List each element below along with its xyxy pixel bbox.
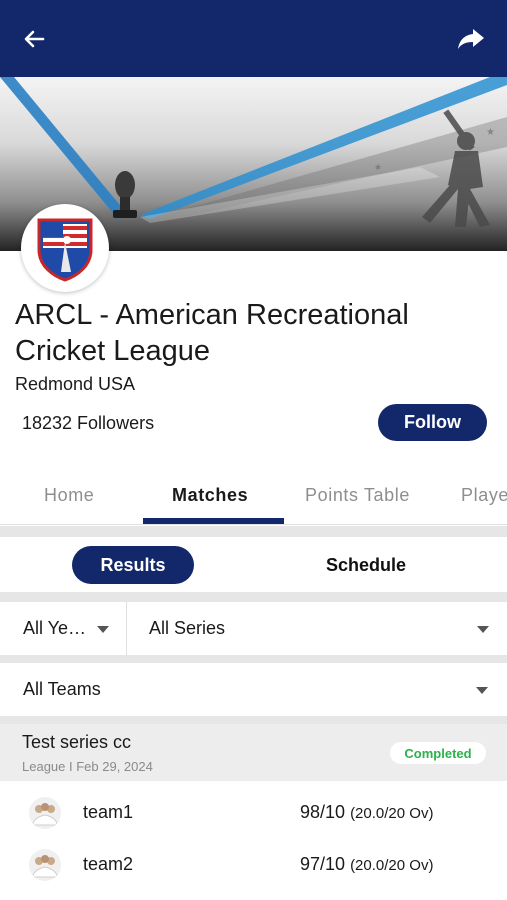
chevron-down-icon (97, 626, 109, 633)
schedule-button[interactable]: Schedule (300, 546, 432, 584)
follow-button[interactable]: Follow (378, 404, 487, 441)
team-overs: (20.0/20 Ov) (350, 805, 434, 822)
flag-shield-logo (37, 218, 93, 282)
league-tabs: Home Matches Points Table Players (0, 470, 507, 525)
league-title: ARCL - American Recreational Cricket Lea… (15, 299, 409, 367)
team-avatar (29, 797, 61, 829)
team-name: team2 (83, 854, 134, 874)
team-row[interactable]: team2 97/10 (20.0/20 Ov) (0, 840, 507, 890)
league-location: Redmond USA (15, 374, 136, 394)
teams-dropdown-value: All Teams (23, 679, 101, 699)
divider (0, 592, 507, 602)
tab-points-table[interactable]: Points Table (305, 485, 410, 506)
active-tab-indicator (143, 518, 284, 524)
team-score: 98/10 (20.0/20 Ov) (300, 802, 433, 823)
share-arrow-icon (458, 29, 484, 49)
arrow-left-icon (24, 30, 45, 48)
team-runs: 97/10 (300, 854, 346, 874)
series-dropdown[interactable]: All Series (128, 602, 507, 655)
results-schedule-toggle: Results Schedule (0, 537, 507, 592)
team-runs: 98/10 (300, 802, 346, 822)
team-overs: (20.0/20 Ov) (350, 857, 434, 874)
divider (0, 526, 507, 537)
series-title: Test series cc (22, 732, 132, 752)
results-button[interactable]: Results (72, 546, 194, 584)
svg-text:★: ★ (486, 127, 495, 138)
year-dropdown[interactable]: All Ye… (0, 602, 127, 655)
team-row[interactable]: team1 98/10 (20.0/20 Ov) (0, 788, 507, 838)
status-badge: Completed (390, 742, 486, 764)
share-button[interactable] (453, 22, 489, 56)
series-meta: League I Feb 29, 2024 (22, 759, 153, 774)
divider (0, 716, 507, 724)
filter-row-teams: All Teams (0, 663, 507, 716)
divider (0, 655, 507, 663)
follower-count: 18232 Followers (22, 413, 155, 433)
top-app-bar (0, 0, 507, 77)
tab-matches[interactable]: Matches (172, 485, 248, 506)
tab-home[interactable]: Home (44, 485, 94, 506)
teams-dropdown[interactable]: All Teams (0, 663, 507, 716)
team-players-icon (32, 855, 58, 878)
series-dropdown-value: All Series (149, 618, 226, 638)
year-dropdown-value: All Ye… (23, 618, 87, 638)
chevron-down-icon (477, 626, 489, 633)
tab-players[interactable]: Players (461, 485, 507, 506)
league-logo (21, 204, 109, 292)
team-avatar (29, 849, 61, 881)
filter-row-year-series: All Ye… All Series (0, 602, 507, 655)
svg-text:★: ★ (374, 162, 382, 172)
trophy-icon (113, 171, 137, 218)
match-card-header[interactable]: Test series cc League I Feb 29, 2024 Com… (0, 724, 507, 781)
back-button[interactable] (16, 22, 52, 56)
team-players-icon (32, 803, 58, 826)
chevron-down-icon (476, 687, 488, 694)
team-score: 97/10 (20.0/20 Ov) (300, 854, 433, 875)
team-name: team1 (83, 802, 134, 822)
